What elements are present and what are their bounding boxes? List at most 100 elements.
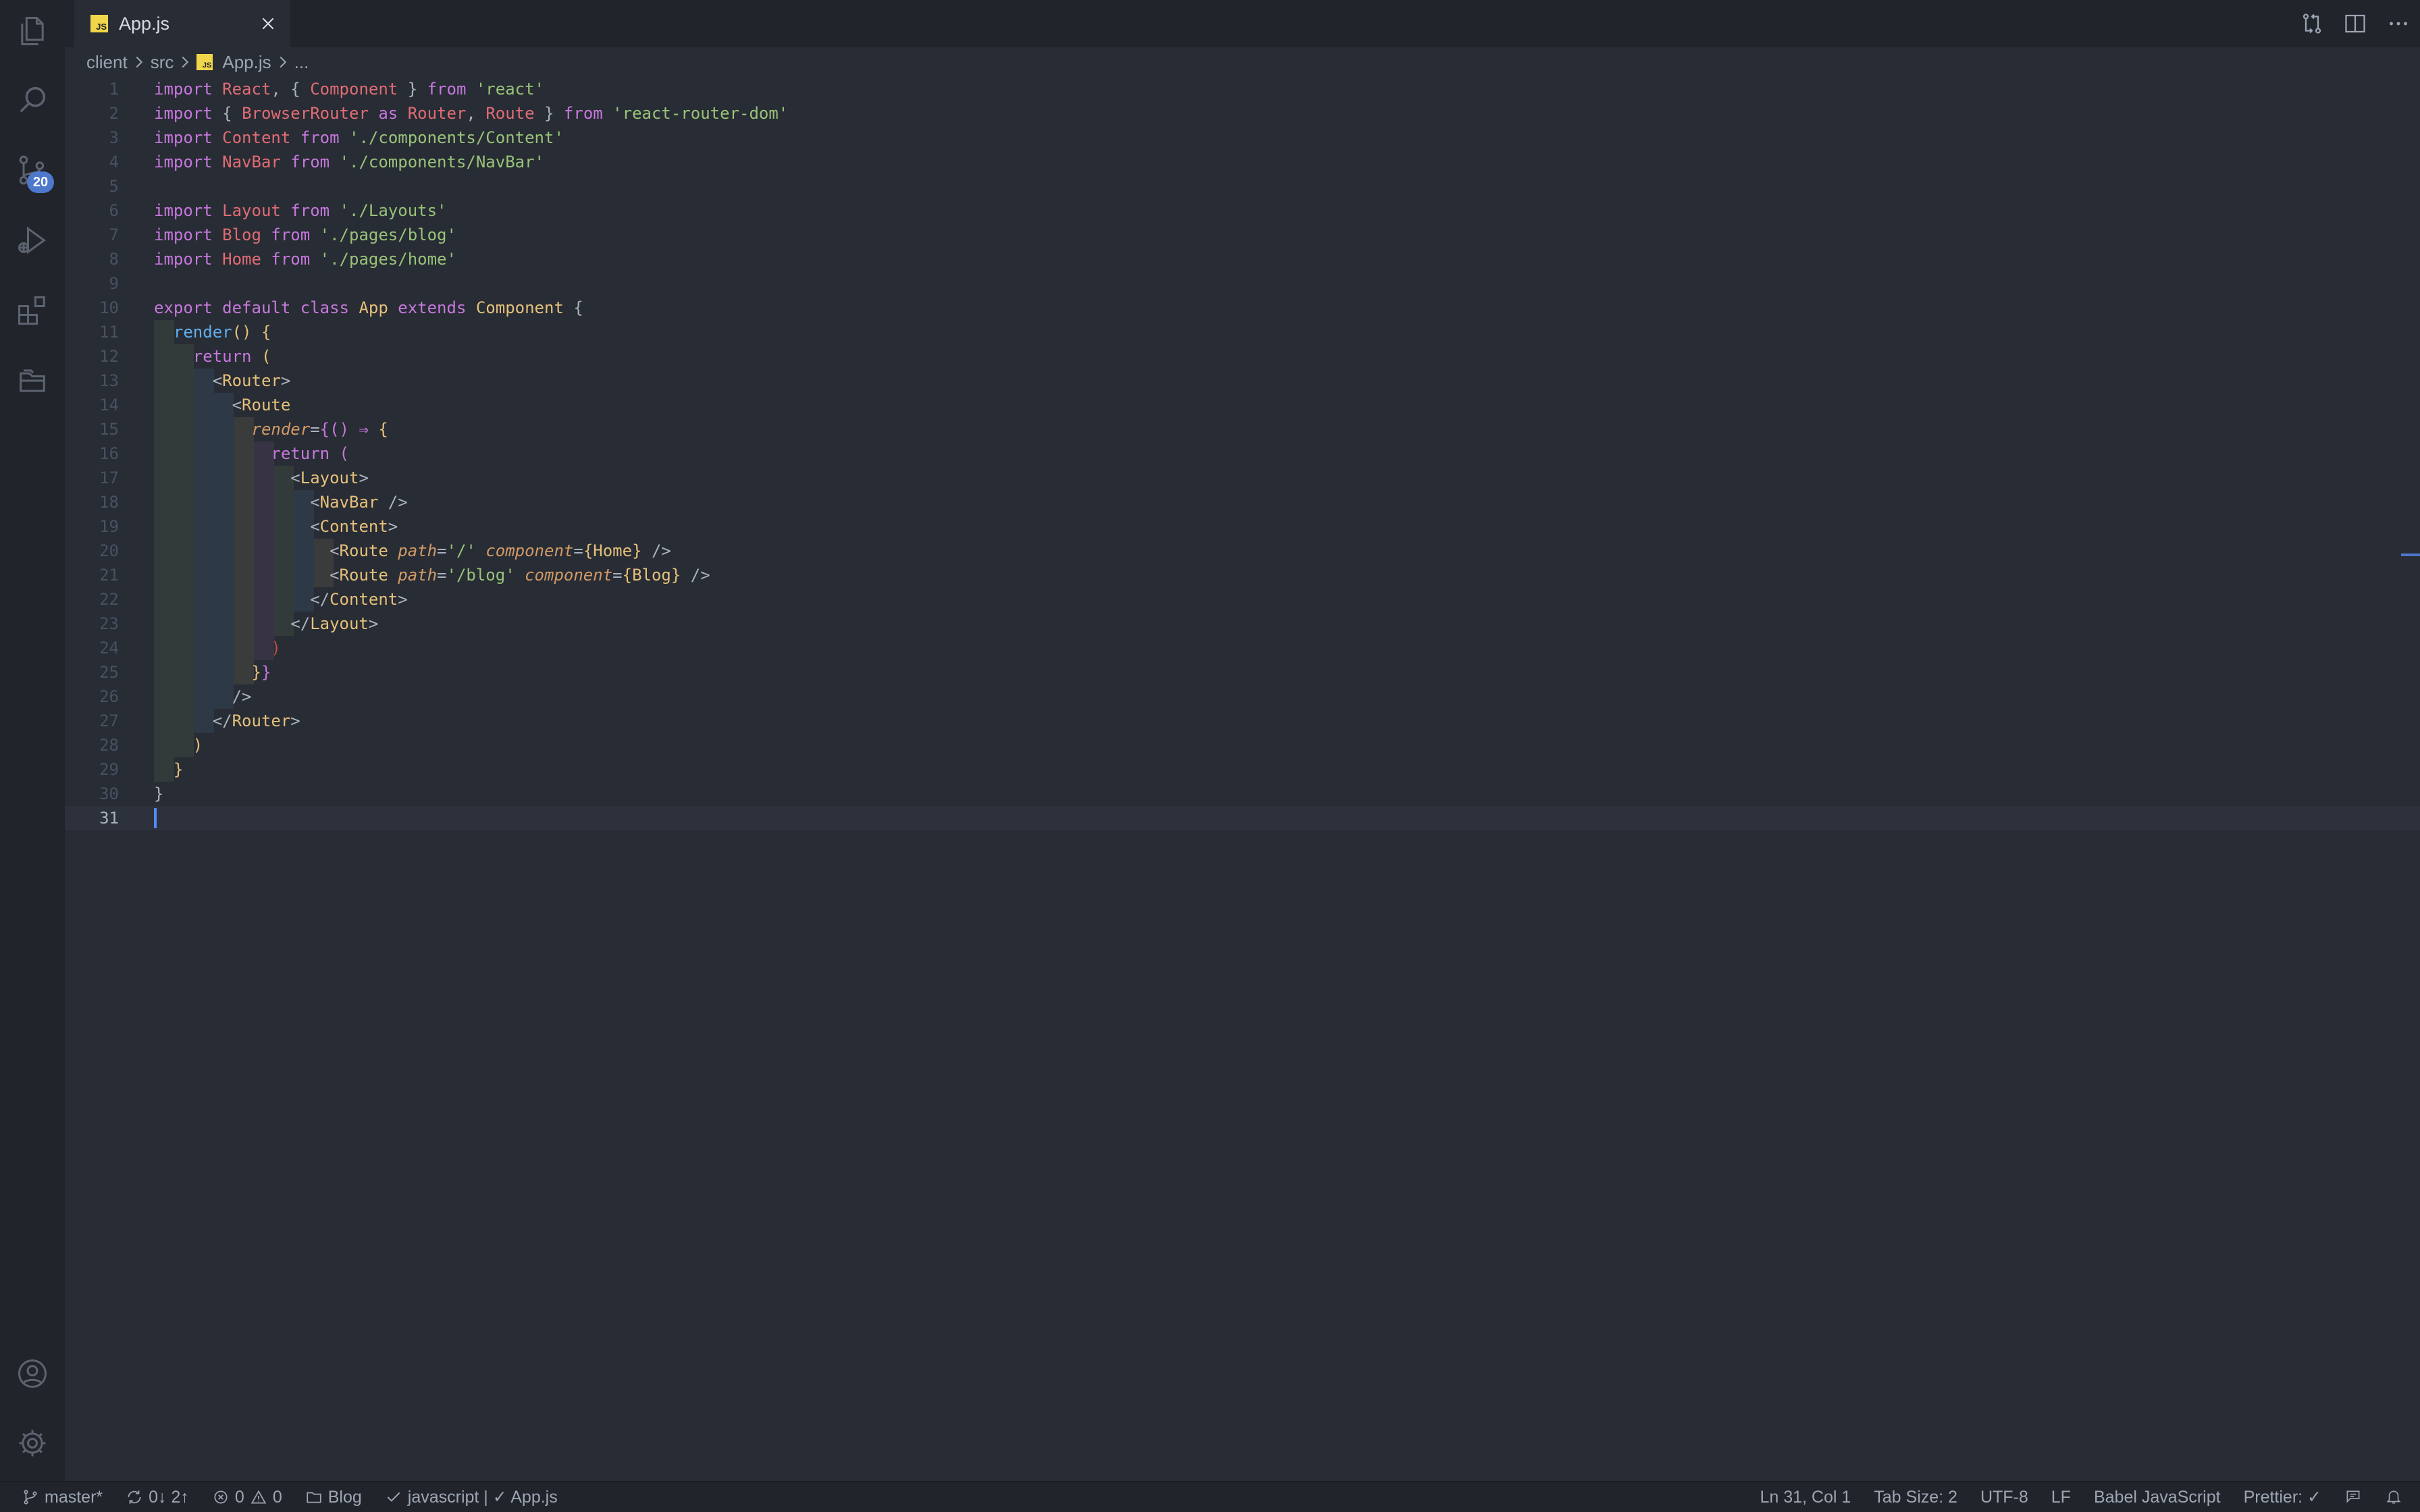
code-line[interactable]: 12 return ( bbox=[65, 344, 2420, 369]
code-line[interactable]: 19 <Content> bbox=[65, 514, 2420, 539]
code-token: > bbox=[388, 517, 398, 536]
sync-status[interactable]: 0↓ 2↑ bbox=[126, 1488, 189, 1507]
breadcrumb-symbol[interactable]: ... bbox=[294, 52, 309, 73]
code-line[interactable]: 31 bbox=[65, 806, 2420, 830]
code-line[interactable]: 24 ) bbox=[65, 636, 2420, 660]
code-line[interactable]: 2 import { BrowserRouter as Router, Route… bbox=[65, 101, 2420, 126]
end-of-line[interactable]: LF bbox=[2051, 1488, 2071, 1507]
cursor-position[interactable]: Ln 31, Col 1 bbox=[1760, 1488, 1851, 1507]
code-line[interactable]: 26 /> bbox=[65, 684, 2420, 709]
code-line[interactable]: 18 <NavBar /> bbox=[65, 490, 2420, 514]
line-number: 21 bbox=[99, 566, 119, 585]
code-token: () bbox=[232, 323, 252, 342]
text-cursor bbox=[154, 808, 157, 828]
files-icon[interactable] bbox=[12, 11, 53, 51]
code-line[interactable]: 17 <Layout> bbox=[65, 466, 2420, 490]
code-line[interactable]: 6 import Layout from './Layouts' bbox=[65, 198, 2420, 223]
line-number: 26 bbox=[99, 687, 119, 706]
prettier-status[interactable]: Prettier: ✓ bbox=[2244, 1487, 2321, 1507]
code-token: > bbox=[290, 711, 300, 730]
branch-status[interactable]: master* bbox=[22, 1488, 103, 1507]
code-token: path bbox=[398, 541, 438, 560]
status-bar: master* 0↓ 2↑ 0 0 Blog javascript | ✓ Ap… bbox=[0, 1481, 2420, 1512]
code-line[interactable]: 10 export default class App extends Compo… bbox=[65, 296, 2420, 320]
code-line[interactable]: 9 bbox=[65, 271, 2420, 296]
close-icon[interactable] bbox=[259, 15, 277, 32]
project-status[interactable]: Blog bbox=[305, 1488, 362, 1507]
code-text: ) bbox=[154, 636, 280, 660]
search-icon[interactable] bbox=[12, 80, 53, 120]
code-line[interactable]: 22 </Content> bbox=[65, 587, 2420, 612]
run-debug-icon[interactable] bbox=[12, 220, 53, 261]
extensions-icon[interactable] bbox=[12, 290, 53, 331]
code-token: return bbox=[192, 347, 261, 366]
code-token: Content bbox=[222, 128, 291, 147]
code-line[interactable]: 8 import Home from './pages/home' bbox=[65, 247, 2420, 271]
code-token: '/blog' bbox=[446, 566, 515, 585]
code-token: as bbox=[368, 104, 408, 123]
code-token: NavBar bbox=[222, 153, 281, 171]
split-editor-icon[interactable] bbox=[2334, 2, 2377, 45]
code-editor[interactable]: 1 import React, { Component } from 'react… bbox=[65, 76, 2420, 1481]
code-line[interactable]: 7 import Blog from './pages/blog' bbox=[65, 223, 2420, 247]
code-line[interactable]: 15 render={() ⇒ { bbox=[65, 417, 2420, 441]
code-token: } bbox=[534, 104, 564, 123]
code-token: import bbox=[154, 80, 223, 99]
gear-icon[interactable] bbox=[12, 1423, 53, 1463]
code-text: <Router> bbox=[154, 369, 291, 393]
line-number: 17 bbox=[99, 468, 119, 487]
code-line[interactable]: 23 </Layout> bbox=[65, 612, 2420, 636]
encoding[interactable]: UTF-8 bbox=[1980, 1488, 2028, 1507]
code-line[interactable]: 30} bbox=[65, 782, 2420, 806]
code-token: Component bbox=[475, 298, 564, 317]
code-line[interactable]: 13 <Router> bbox=[65, 369, 2420, 393]
code-line[interactable]: 4 import NavBar from './components/NavBar… bbox=[65, 150, 2420, 174]
code-line[interactable]: 25 }} bbox=[65, 660, 2420, 684]
error-count: 0 bbox=[234, 1487, 244, 1507]
code-token: /> bbox=[154, 687, 252, 706]
code-token: Blog bbox=[222, 225, 261, 244]
chevron-right-icon bbox=[134, 55, 144, 69]
code-line[interactable]: 27 </Router> bbox=[65, 709, 2420, 733]
code-token: component bbox=[485, 541, 574, 560]
breadcrumb-file[interactable]: App.js bbox=[222, 52, 271, 73]
code-line[interactable]: 16 return ( bbox=[65, 441, 2420, 466]
code-token: './pages/home' bbox=[319, 250, 456, 269]
code-line[interactable]: 1 import React, { Component } from 'react… bbox=[65, 77, 2420, 101]
code-line[interactable]: 5 bbox=[65, 174, 2420, 198]
code-line[interactable]: 29 } bbox=[65, 757, 2420, 782]
code-line[interactable]: 11 render() { bbox=[65, 320, 2420, 344]
notifications-icon[interactable] bbox=[2385, 1488, 2402, 1506]
account-icon[interactable] bbox=[12, 1353, 53, 1394]
more-actions-icon[interactable] bbox=[2377, 2, 2420, 45]
line-number: 4 bbox=[109, 153, 119, 171]
breadcrumb-src[interactable]: src bbox=[151, 52, 174, 73]
line-number: 8 bbox=[109, 250, 119, 269]
problems-status[interactable]: 0 0 bbox=[212, 1488, 282, 1507]
tab-app-js[interactable]: JS App.js bbox=[74, 0, 290, 47]
code-line[interactable]: 3 import Content from './components/Conte… bbox=[65, 126, 2420, 150]
code-token: < bbox=[154, 517, 320, 536]
code-token: from bbox=[427, 80, 476, 99]
code-line[interactable]: 14 <Route bbox=[65, 393, 2420, 417]
tab-size[interactable]: Tab Size: 2 bbox=[1874, 1488, 1957, 1507]
code-line[interactable]: 20 <Route path='/' component={Home} /> bbox=[65, 539, 2420, 563]
folders-icon[interactable] bbox=[12, 360, 53, 401]
code-token: { bbox=[378, 420, 388, 439]
open-changes-icon[interactable] bbox=[2290, 2, 2334, 45]
code-line[interactable]: 28 ) bbox=[65, 733, 2420, 757]
language-mode[interactable]: Babel JavaScript bbox=[2094, 1488, 2221, 1507]
linter-status[interactable]: javascript | ✓ App.js bbox=[385, 1487, 558, 1507]
code-token: './components/NavBar' bbox=[339, 153, 544, 171]
code-line[interactable]: 21 <Route path='/blog' component={Blog} … bbox=[65, 563, 2420, 587]
code-token: } bbox=[154, 784, 164, 803]
code-token: App bbox=[359, 298, 388, 317]
code-token: } bbox=[251, 663, 261, 682]
feedback-icon[interactable] bbox=[2344, 1488, 2362, 1506]
code-token: NavBar bbox=[319, 493, 379, 512]
code-token: < bbox=[154, 566, 340, 585]
breadcrumb-client[interactable]: client bbox=[86, 52, 128, 73]
